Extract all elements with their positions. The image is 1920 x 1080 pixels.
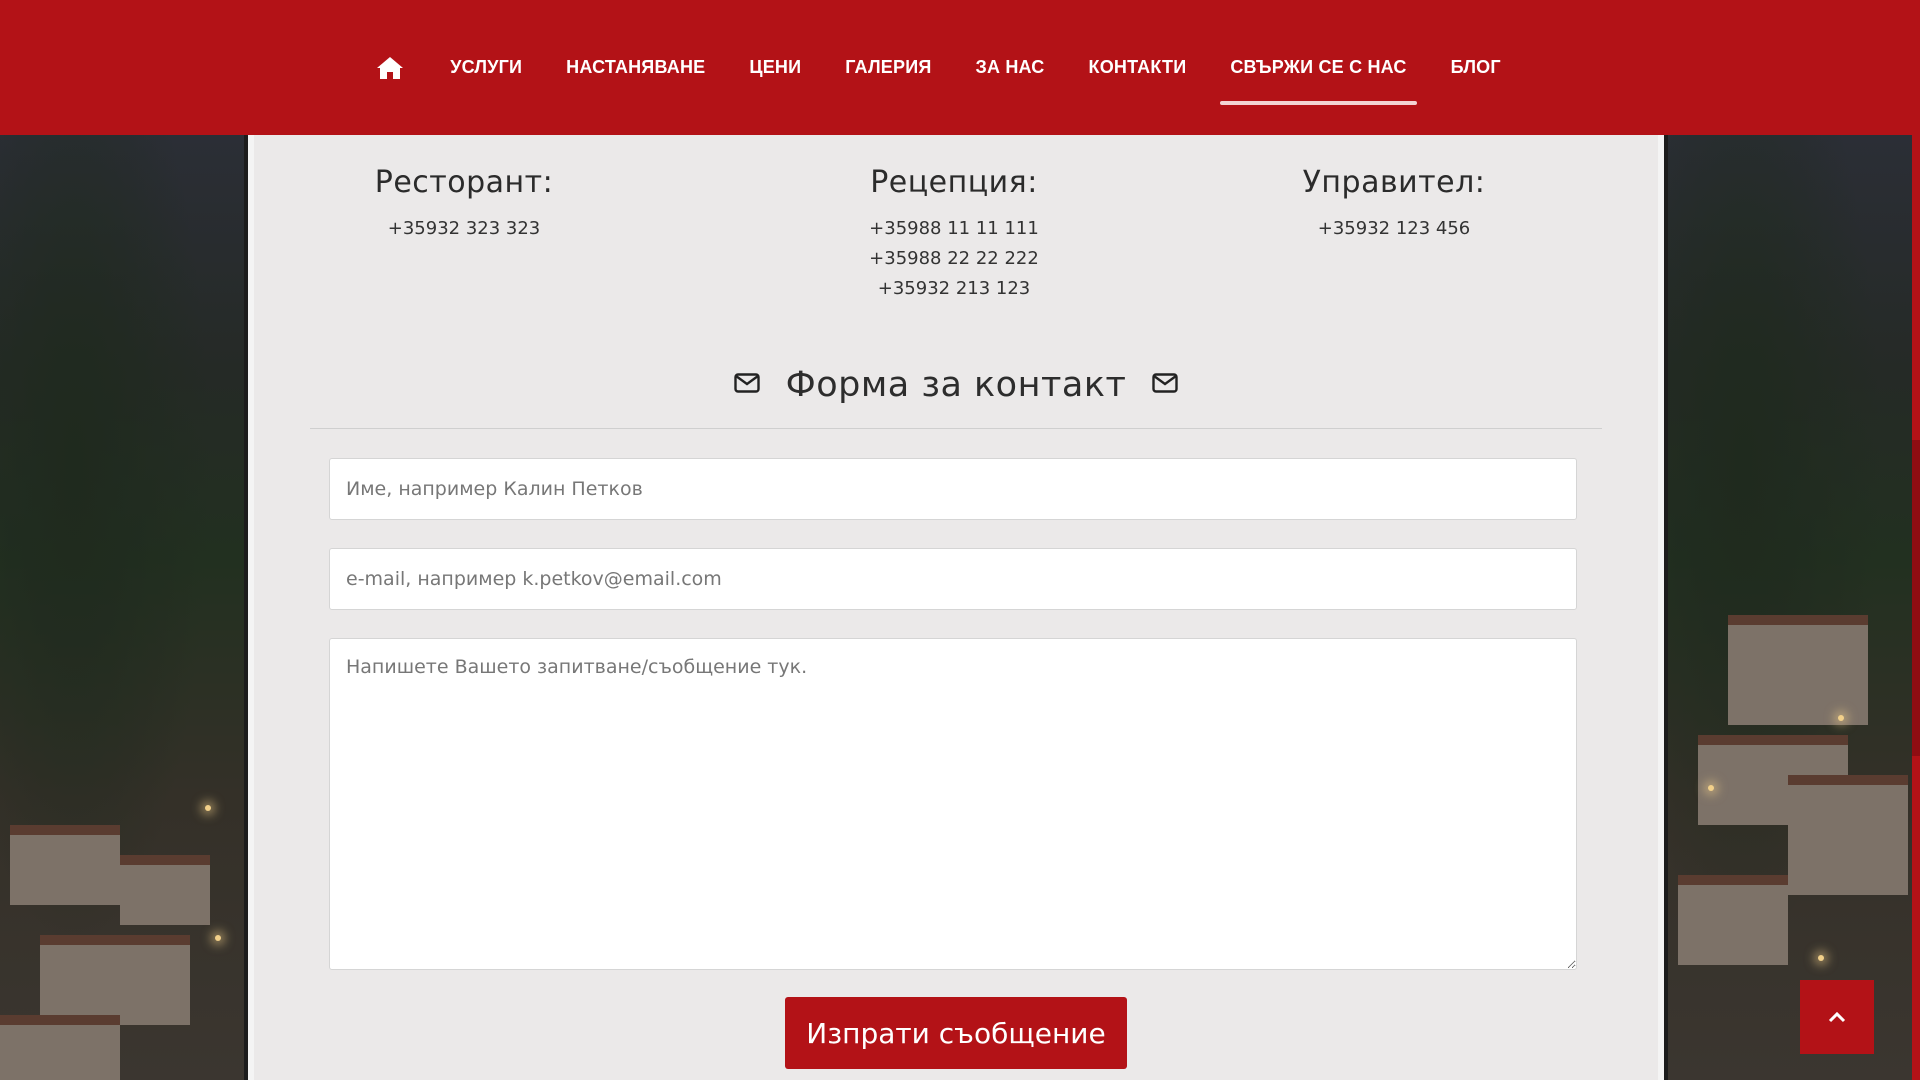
nav-menu: УСЛУГИ НАСТАНЯВАНЕ ЦЕНИ ГАЛЕРИЯ ЗА НАС К… bbox=[354, 0, 1523, 135]
email-input[interactable] bbox=[329, 548, 1577, 610]
send-message-button[interactable]: Изпрати съобщение bbox=[785, 997, 1127, 1069]
nav-item-blog[interactable]: БЛОГ bbox=[1429, 0, 1523, 135]
home-icon bbox=[376, 56, 404, 80]
nav-item-prices[interactable]: ЦЕНИ bbox=[727, 0, 823, 135]
content-panel: Ресторант: +35932 323 323 Рецепция: +359… bbox=[244, 135, 1668, 1080]
contact-manager-title: Управител: bbox=[1302, 165, 1486, 200]
content-panel-inner: Ресторант: +35932 323 323 Рецепция: +359… bbox=[254, 135, 1658, 1080]
nav-item-services[interactable]: УСЛУГИ bbox=[428, 0, 544, 135]
contact-restaurant-phone[interactable]: +35932 323 323 bbox=[254, 214, 674, 244]
nav-item-contacts[interactable]: КОНТАКТИ bbox=[1067, 0, 1209, 135]
contact-restaurant: Ресторант: +35932 323 323 bbox=[254, 165, 674, 244]
envelope-icon bbox=[733, 373, 760, 397]
contact-reception-phone-2[interactable]: +35988 22 22 222 bbox=[744, 244, 1164, 274]
contact-manager: Управител: +35932 123 456 bbox=[1184, 165, 1604, 244]
contact-form-heading: Форма за контакт bbox=[254, 365, 1658, 405]
nav-item-contact-us[interactable]: СВЪРЖИ СЕ С НАС bbox=[1208, 0, 1428, 135]
contact-reception-title: Рецепция: bbox=[870, 165, 1038, 200]
envelope-icon bbox=[1152, 373, 1179, 397]
nav-item-gallery[interactable]: ГАЛЕРИЯ bbox=[823, 0, 953, 135]
page-scrollbar[interactable] bbox=[1912, 0, 1920, 1080]
background-scene-left bbox=[0, 135, 248, 1080]
nav-item-accommodation[interactable]: НАСТАНЯВАНЕ bbox=[544, 0, 727, 135]
contact-reception: Рецепция: +35988 11 11 111 +35988 22 22 … bbox=[744, 165, 1164, 304]
contact-manager-phone[interactable]: +35932 123 456 bbox=[1184, 214, 1604, 244]
contact-reception-phone-3[interactable]: +35932 213 123 bbox=[744, 274, 1164, 304]
nav-home[interactable] bbox=[354, 0, 428, 135]
top-navbar: УСЛУГИ НАСТАНЯВАНЕ ЦЕНИ ГАЛЕРИЯ ЗА НАС К… bbox=[0, 0, 1912, 135]
nav-item-about[interactable]: ЗА НАС bbox=[953, 0, 1066, 135]
chevron-up-icon bbox=[1828, 1008, 1846, 1027]
name-input[interactable] bbox=[329, 458, 1577, 520]
contact-restaurant-title: Ресторант: bbox=[374, 165, 554, 200]
page-scrollbar-thumb[interactable] bbox=[1912, 440, 1920, 756]
contact-form-title: Форма за контакт bbox=[785, 365, 1127, 405]
contact-reception-phone-1[interactable]: +35988 11 11 111 bbox=[744, 214, 1164, 244]
background-scene-right bbox=[1668, 135, 1920, 1080]
back-to-top-button[interactable] bbox=[1800, 980, 1874, 1054]
form-divider bbox=[310, 428, 1602, 429]
message-textarea[interactable] bbox=[329, 638, 1577, 970]
